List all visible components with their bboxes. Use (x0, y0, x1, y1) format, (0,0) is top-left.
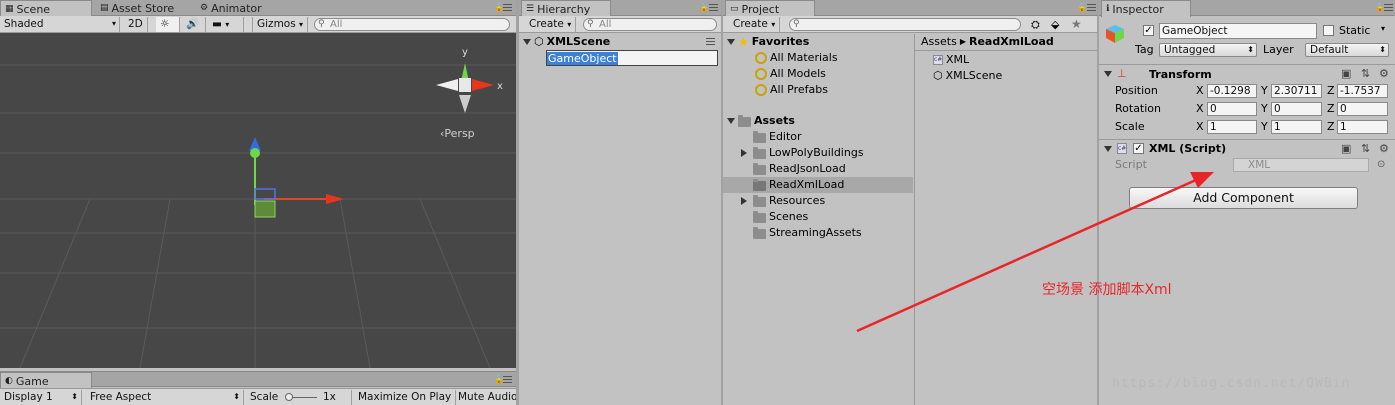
watermark-text: https://blog.csdn.net/QWBin (1112, 376, 1351, 391)
annotation-arrow (856, 172, 1214, 333)
annotation-text: 空场景 添加脚本Xml (1042, 282, 1172, 298)
